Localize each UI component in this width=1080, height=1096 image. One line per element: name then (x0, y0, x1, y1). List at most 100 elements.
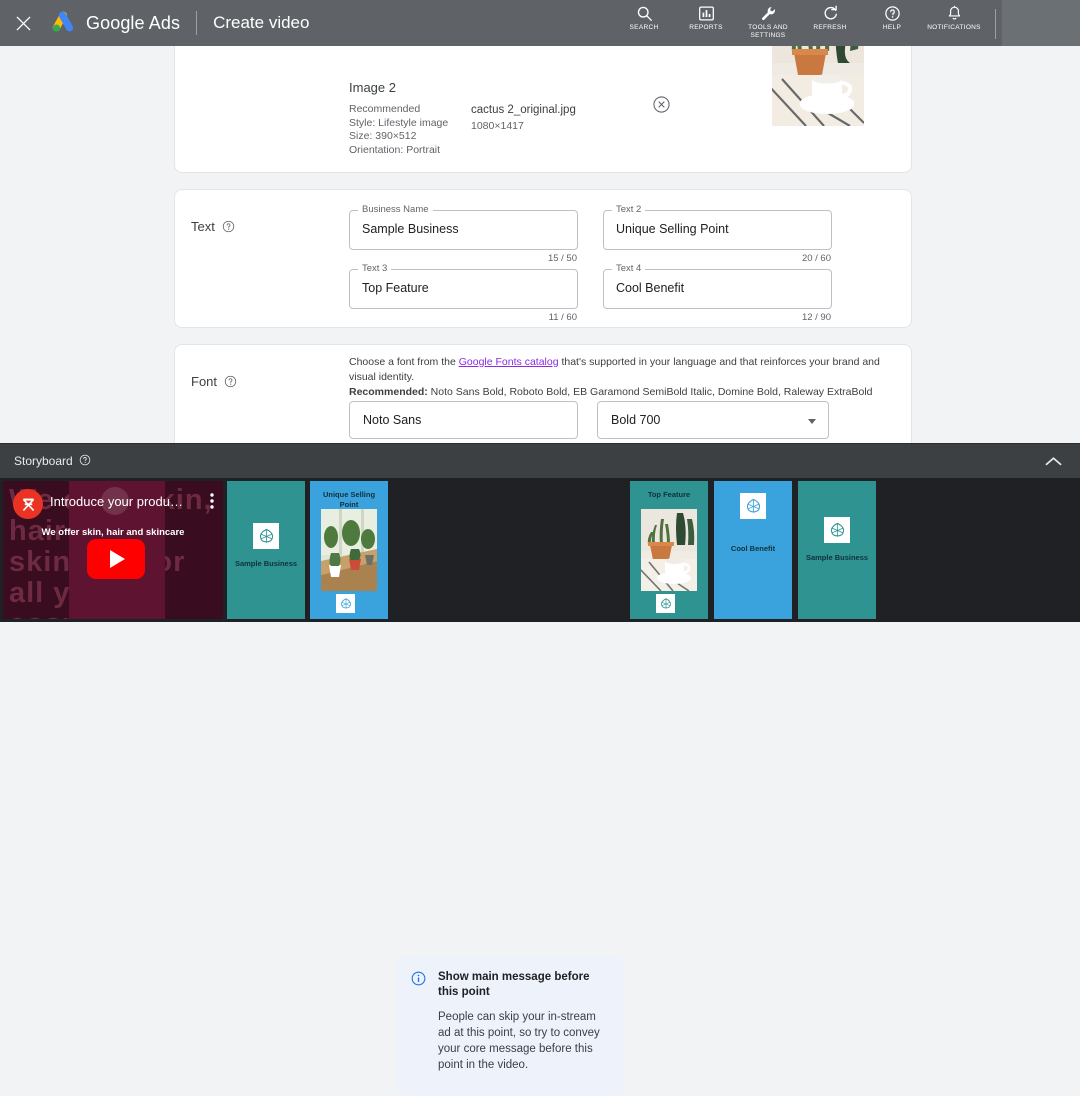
help-icon (884, 5, 901, 22)
brand-logo-icon (659, 597, 673, 611)
cactus-cup-photo (641, 509, 697, 591)
bell-icon (946, 5, 963, 22)
text3-field[interactable]: Text 3 Top Feature 11 / 60 (349, 269, 578, 309)
storyboard-help-icon[interactable] (79, 454, 91, 469)
storyboard-header: Storyboard (0, 443, 1080, 478)
font-section-label: Font (191, 374, 237, 389)
frame-photo (641, 509, 697, 591)
remove-circle-icon (653, 96, 670, 113)
brand-logo-chip (740, 493, 766, 519)
font-description: Choose a font from the Google Fonts cata… (349, 355, 889, 400)
storyboard-frame-3[interactable]: Top Feature (630, 481, 708, 619)
image-thumbnail (772, 46, 864, 126)
frame-photo (321, 509, 377, 591)
storyboard-frame-2[interactable]: Unique Selling Point (310, 481, 388, 619)
info-tooltip-card: Show main message before this point Peop… (397, 956, 624, 1096)
search-label: SEARCH (630, 24, 659, 32)
image-row: Image 2 Recommended Style: Lifestyle ima… (175, 46, 911, 172)
more-vert-glyph (210, 493, 214, 509)
image-requirements: Recommended Style: Lifestyle image Size:… (349, 103, 448, 157)
brand-logo-chip (253, 523, 279, 549)
google-fonts-link[interactable]: Google Fonts catalog (459, 356, 559, 368)
help-button[interactable]: HELP (861, 5, 923, 32)
text2-field[interactable]: Text 2 Unique Selling Point 20 / 60 (603, 210, 832, 250)
notifications-button[interactable]: NOTIFICATIONS (923, 5, 985, 32)
font-label: Font (191, 374, 217, 389)
brand-logo-chip (656, 594, 675, 613)
preview-video-title: Introduce your produ… (50, 494, 190, 509)
brand-name: Google Ads (86, 13, 180, 34)
frame-text: Cool Benefit (714, 544, 792, 554)
google-ads-logo-icon (50, 11, 76, 35)
storyboard-frame-5[interactable]: Sample Business (798, 481, 876, 619)
tools-icon (760, 5, 777, 22)
search-icon (636, 5, 653, 22)
storyboard-collapse-button[interactable] (1045, 456, 1062, 467)
tooltip-heading: Show main message before this point (438, 970, 609, 1000)
play-button[interactable] (87, 539, 145, 579)
main-content: Image 2 Recommended Style: Lifestyle ima… (0, 46, 1080, 443)
field-value: Top Feature (362, 281, 429, 295)
font-weight-value: Bold 700 (611, 413, 660, 427)
text-section-label: Text (191, 219, 235, 234)
remove-image-button[interactable] (653, 96, 670, 113)
close-button[interactable] (0, 0, 46, 46)
close-icon (16, 16, 31, 31)
brand-logo-chip (824, 517, 850, 543)
info-icon (411, 971, 426, 986)
field-counter: 11 / 60 (549, 312, 577, 323)
field-counter: 12 / 90 (802, 312, 831, 323)
video-preview[interactable]: We offer skin, hair and skincare for all… (3, 481, 223, 619)
frame-text: Unique Selling Point (310, 490, 388, 510)
text4-field[interactable]: Text 4 Cool Benefit 12 / 90 (603, 269, 832, 309)
brand-logo-chip (336, 594, 355, 613)
recommended-list: Noto Sans Bold, Roboto Bold, EB Garamond… (428, 386, 873, 398)
field-label: Text 3 (358, 263, 391, 274)
font-weight-select[interactable]: Bold 700 (597, 401, 829, 439)
text-help-icon[interactable] (222, 220, 235, 233)
storyboard-title: Storyboard (14, 454, 73, 468)
font-family-input[interactable]: Noto Sans (349, 401, 578, 439)
storyboard-title-group: Storyboard (14, 454, 91, 469)
brand-logo-icon (744, 497, 763, 516)
refresh-label: REFRESH (813, 24, 846, 32)
reports-button[interactable]: REPORTS (675, 5, 737, 32)
play-icon (110, 550, 125, 568)
director-chair-icon (20, 496, 37, 513)
storyboard-frame-1[interactable]: Sample Business (227, 481, 305, 619)
field-label: Business Name (358, 204, 433, 215)
storyboard-body: We offer skin, hair and skincare for all… (0, 478, 1080, 622)
image-dimensions: 1080×1417 (471, 118, 576, 134)
business-name-field[interactable]: Business Name Sample Business 15 / 50 (349, 210, 578, 250)
recommended-label: Recommended: (349, 386, 428, 398)
top-bar: Google Ads Create video SEARCH REPORTS T (0, 0, 1080, 46)
search-button[interactable]: SEARCH (613, 5, 675, 32)
image-title: Image 2 (349, 80, 396, 95)
storyboard-frame-4[interactable]: Cool Benefit (714, 481, 792, 619)
more-vert-icon[interactable] (210, 493, 214, 511)
field-counter: 15 / 50 (548, 253, 577, 264)
cactus-photo (772, 46, 864, 126)
refresh-button[interactable]: REFRESH (799, 5, 861, 32)
chevron-up-icon (1045, 456, 1062, 467)
avatar (13, 489, 43, 519)
help-label: HELP (883, 24, 901, 32)
tooltip-body: People can skip your in-stream ad at thi… (438, 1009, 609, 1073)
field-value: Cool Benefit (616, 281, 684, 295)
reports-icon (698, 5, 715, 22)
tools-and-settings-button[interactable]: TOOLS AND SETTINGS (737, 5, 799, 40)
help-circle-icon (222, 220, 235, 233)
field-counter: 20 / 60 (802, 253, 831, 264)
image-filename-block: cactus 2_original.jpg 1080×1417 (471, 102, 576, 134)
font-desc-before: Choose a font from the (349, 356, 459, 368)
top-bar-tail (1002, 0, 1080, 46)
preview-caption: We offer skin, hair and skincare (3, 527, 223, 538)
text-label: Text (191, 219, 215, 234)
google-ads-logo[interactable] (50, 11, 76, 35)
reports-label: REPORTS (689, 24, 722, 32)
field-label: Text 2 (612, 204, 645, 215)
font-help-icon[interactable] (224, 375, 237, 388)
page-title: Create video (213, 13, 309, 33)
chevron-down-icon (808, 419, 816, 424)
window-plants-photo (321, 509, 377, 591)
